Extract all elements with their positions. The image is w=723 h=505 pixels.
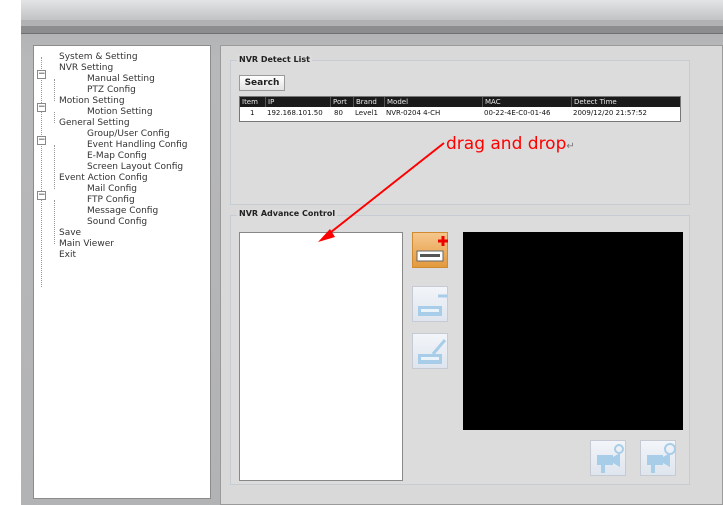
camera-refresh-button[interactable] [590,440,626,476]
cell-ip[interactable]: 192.168.101.50 [265,108,323,118]
cell-item[interactable]: 1 [248,108,254,118]
tree-item-mail-config[interactable]: Mail Config [87,184,137,195]
tree-item-ptz-config[interactable]: PTZ Config [87,85,136,96]
collapse-toggle[interactable]: − [37,191,46,200]
col-item[interactable]: Item [240,97,258,107]
toolbar-strip [21,26,723,34]
remove-device-icon [418,294,447,316]
add-device-button[interactable] [412,232,448,268]
col-port[interactable]: Port [330,97,347,107]
tree-line [54,79,55,101]
camera-settings-button[interactable] [640,440,676,476]
tree-item-general-setting[interactable]: General Setting [59,118,130,129]
cell-port[interactable]: 80 [332,108,343,118]
tree-item-screen-layout-config[interactable]: Screen Layout Config [87,162,183,173]
tree-line [54,112,55,123]
detect-table: Item IP Port Brand Model MAC Detect Time… [239,96,681,122]
collapse-toggle[interactable]: − [37,103,46,112]
return-mark: ↵ [566,141,575,152]
cell-model[interactable]: NVR-0204 4-CH [384,108,440,118]
tree-item-save[interactable]: Save [59,228,81,239]
edit-device-button[interactable] [412,333,448,369]
title-bar [21,0,723,20]
cell-brand[interactable]: Level1 [353,108,378,118]
col-ip[interactable]: IP [265,97,274,107]
tree-item-exit[interactable]: Exit [59,250,76,261]
add-device-icon [416,236,448,262]
tree-item-message-config[interactable]: Message Config [87,206,158,217]
tree-item-motion-setting[interactable]: Motion Setting [87,107,153,118]
collapse-toggle[interactable]: − [37,70,46,79]
search-button[interactable]: Search [239,75,285,91]
tree-item-motion-setting-group[interactable]: Motion Setting [59,96,125,107]
detect-list-group [230,60,690,205]
tree-line [54,145,55,189]
tree-item-manual-setting[interactable]: Manual Setting [87,74,155,85]
tree-line [54,200,55,244]
cell-mac[interactable]: 00-22-4E-C0-01-46 [482,108,550,118]
collapse-toggle[interactable]: − [37,136,46,145]
drag-drop-annotation: drag and drop↵ [446,134,575,154]
tree-item-main-viewer[interactable]: Main Viewer [59,239,114,250]
tree-item-event-action-config[interactable]: Event Action Config [59,173,148,184]
col-brand[interactable]: Brand [353,97,377,107]
col-detect-time[interactable]: Detect Time [571,97,617,107]
tree-line [41,57,42,287]
detect-list-title: NVR Detect List [237,55,312,64]
settings-tree: − − − − System & Setting NVR Setting Man… [33,45,211,499]
tree-item-sound-config[interactable]: Sound Config [87,217,147,228]
tree-item-system-setting[interactable]: System & Setting [59,52,138,63]
video-preview [463,232,683,430]
tree-item-emap-config[interactable]: E-Map Config [87,151,147,162]
cell-detect-time[interactable]: 2009/12/20 21:57:52 [571,108,647,118]
camera-refresh-icon [597,444,624,473]
camera-settings-icon [647,443,676,473]
col-mac[interactable]: MAC [482,97,501,107]
annotation-text: drag and drop [446,134,567,154]
remove-device-button[interactable] [412,286,448,322]
device-list-box[interactable] [239,232,403,481]
tree-item-group-user-config[interactable]: Group/User Config [87,129,170,140]
advance-control-title: NVR Advance Control [237,209,338,218]
col-model[interactable]: Model [384,97,408,107]
tree-item-ftp-config[interactable]: FTP Config [87,195,135,206]
tree-item-event-handling-config[interactable]: Event Handling Config [87,140,188,151]
edit-device-icon [418,339,447,364]
tree-item-nvr-setting[interactable]: NVR Setting [59,63,113,74]
